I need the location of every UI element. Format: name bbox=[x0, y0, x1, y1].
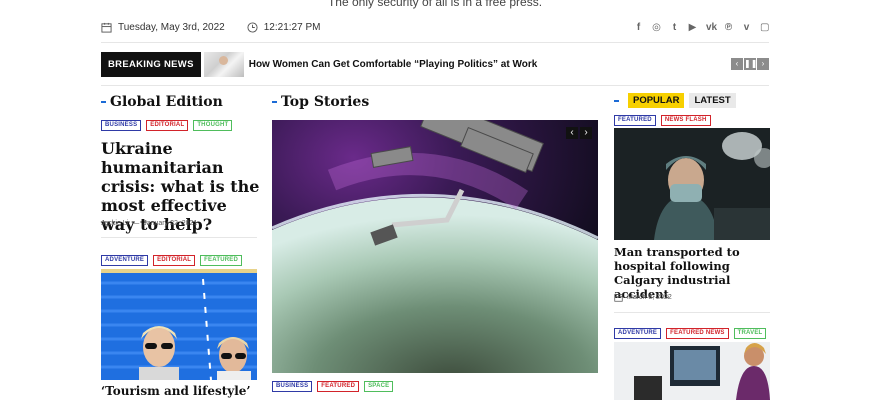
tag-adventure[interactable]: ADVENTURE bbox=[101, 255, 149, 266]
tag-news-flash[interactable]: NEWS FLASH bbox=[660, 115, 711, 126]
article-meta: March 8, 2022 bbox=[614, 293, 672, 302]
next-button[interactable]: › bbox=[757, 58, 769, 70]
popular-latest-tabs: POPULAR LATEST bbox=[614, 93, 736, 108]
facebook-icon[interactable]: f bbox=[634, 22, 643, 33]
tag-travel[interactable]: TRAVEL bbox=[733, 328, 767, 339]
youtube-icon[interactable]: ▶ bbox=[688, 22, 697, 33]
instagram-icon[interactable]: ◎ bbox=[652, 22, 661, 33]
travel-article-image[interactable] bbox=[614, 342, 770, 400]
vimeo-icon[interactable]: v bbox=[742, 22, 751, 33]
heading-text: Global Edition bbox=[110, 94, 223, 110]
heading-text: Top Stories bbox=[281, 94, 370, 110]
hospital-article-image[interactable] bbox=[614, 128, 770, 240]
twitch-icon[interactable]: ▢ bbox=[760, 22, 769, 33]
article-headline[interactable]: ‘Tourism and lifestyle’ bbox=[101, 384, 261, 398]
article-date: January 22, 2021 bbox=[143, 220, 198, 227]
breaking-news-headline[interactable]: How Women Can Get Comfortable “Playing P… bbox=[249, 59, 538, 70]
tag-thought[interactable]: THOUGHT bbox=[193, 120, 233, 131]
slider-prev-button[interactable]: ‹ bbox=[566, 127, 578, 139]
meta-separator: — bbox=[132, 220, 140, 227]
vk-icon[interactable]: vk bbox=[706, 22, 717, 33]
twitter-icon[interactable]: t bbox=[670, 22, 679, 33]
article-tags: BUSINESS FEATURED SPACE bbox=[272, 381, 394, 392]
slider-controls: ‹ › bbox=[566, 127, 592, 139]
top-bar: Tuesday, May 3rd, 2022 12:21:27 PM f ◎ t… bbox=[101, 16, 769, 38]
tag-business[interactable]: BUSINESS bbox=[272, 381, 313, 392]
prev-button[interactable]: ‹ bbox=[731, 58, 743, 70]
calendar-icon bbox=[614, 294, 623, 302]
breaking-news-label: BREAKING NEWS bbox=[101, 51, 201, 77]
site-tagline: The only security of all is in a free pr… bbox=[327, 0, 543, 9]
tag-featured-news[interactable]: FEATURED NEWS bbox=[666, 328, 729, 339]
article-tags: BUSINESS EDITORIAL THOUGHT bbox=[101, 120, 233, 131]
divider bbox=[614, 312, 770, 313]
tourism-article-image[interactable] bbox=[101, 269, 257, 380]
tag-editorial[interactable]: EDITORIAL bbox=[153, 255, 196, 266]
divider bbox=[101, 85, 769, 86]
tab-popular[interactable]: POPULAR bbox=[628, 93, 685, 108]
article-tags: FEATURED NEWS FLASH bbox=[614, 115, 711, 126]
pinterest-icon[interactable]: ℗ bbox=[724, 22, 733, 33]
tag-featured[interactable]: FEATURED bbox=[317, 381, 360, 392]
breaking-news-bar: BREAKING NEWS How Women Can Get Comforta… bbox=[101, 51, 769, 77]
clock-icon bbox=[247, 21, 258, 33]
slider-next-button[interactable]: › bbox=[580, 127, 592, 139]
tag-adventure[interactable]: ADVENTURE bbox=[614, 328, 662, 339]
tab-latest[interactable]: LATEST bbox=[689, 93, 736, 108]
divider bbox=[101, 42, 769, 43]
top-stories-heading: Top Stories bbox=[272, 94, 369, 110]
global-edition-heading: Global Edition bbox=[101, 94, 223, 110]
social-links: f ◎ t ▶ vk ℗ v ▢ bbox=[634, 22, 770, 33]
top-story-image[interactable] bbox=[272, 120, 598, 373]
tag-space[interactable]: SPACE bbox=[364, 381, 394, 392]
article-date: March 8, 2022 bbox=[627, 294, 672, 301]
current-date: Tuesday, May 3rd, 2022 bbox=[118, 21, 225, 33]
date-time: Tuesday, May 3rd, 2022 12:21:27 PM bbox=[101, 22, 320, 33]
calendar-icon bbox=[101, 22, 112, 33]
section-dash bbox=[614, 99, 619, 102]
author-name[interactable]: Jackie Li bbox=[101, 220, 128, 227]
breaking-news-thumbnail[interactable] bbox=[203, 51, 244, 77]
breaking-news-controls: ‹ ❚❚ › bbox=[731, 58, 769, 70]
tag-featured[interactable]: FEATURED bbox=[200, 255, 242, 266]
divider bbox=[101, 237, 257, 238]
article-tags: ADVENTURE FEATURED NEWS TRAVEL bbox=[614, 328, 767, 339]
article-meta: Jackie Li — January 22, 2021 bbox=[101, 220, 197, 227]
tag-featured[interactable]: FEATURED bbox=[614, 115, 656, 126]
pause-button[interactable]: ❚❚ bbox=[744, 58, 757, 70]
tag-editorial[interactable]: EDITORIAL bbox=[146, 120, 189, 131]
tag-business[interactable]: BUSINESS bbox=[101, 120, 142, 131]
article-tags: ADVENTURE EDITORIAL FEATURED bbox=[101, 255, 242, 266]
current-time: 12:21:27 PM bbox=[263, 21, 321, 33]
